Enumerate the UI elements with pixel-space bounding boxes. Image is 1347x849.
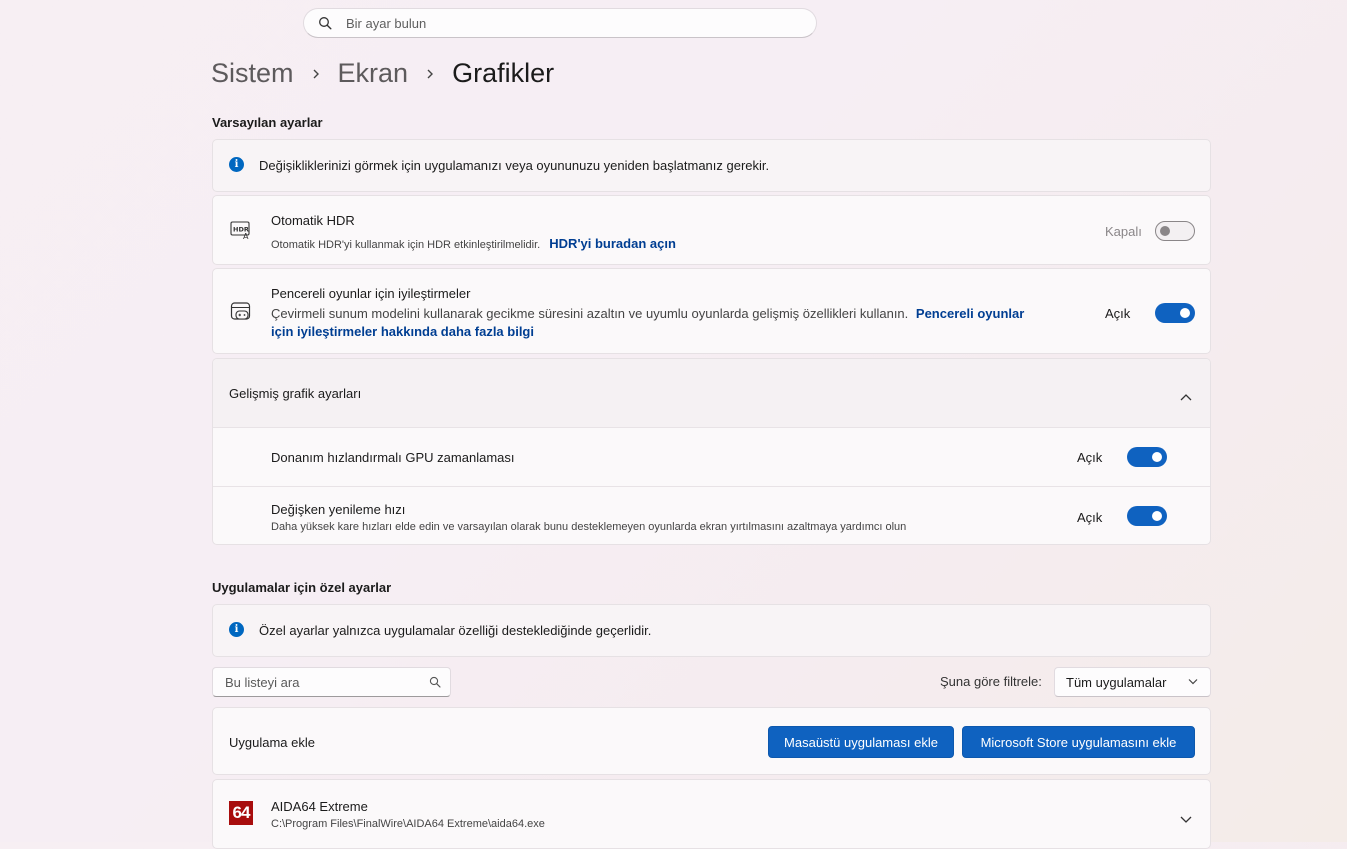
advanced-graphics-card: Gelişmiş grafik ayarları Donanım hızland…	[212, 358, 1211, 545]
info-bar-restart: i Değişikliklerinizi görmek için uygulam…	[212, 139, 1211, 192]
add-desktop-app-button[interactable]: Masaüstü uygulaması ekle	[768, 726, 954, 758]
app-name: AIDA64 Extreme	[271, 799, 368, 814]
filter-dropdown-value: Tüm uygulamalar	[1066, 675, 1167, 690]
search-icon[interactable]	[429, 676, 441, 688]
enable-hdr-link[interactable]: HDR'yi buradan açın	[549, 236, 676, 251]
svg-text:A: A	[243, 232, 249, 240]
aida64-logo: 64	[229, 801, 253, 825]
vrr-state-label: Açık	[1077, 510, 1103, 525]
hdr-icon: HDR A	[230, 220, 252, 245]
page-title: Grafikler	[452, 58, 555, 88]
app-list-search-input[interactable]	[223, 673, 422, 691]
chevron-right-icon	[311, 68, 321, 80]
auto-hdr-title: Otomatik HDR	[271, 213, 355, 228]
search-input[interactable]	[344, 14, 788, 32]
chevron-down-icon	[1188, 678, 1198, 685]
breadcrumb-item-system[interactable]: Sistem	[211, 58, 294, 89]
advanced-graphics-title: Gelişmiş grafik ayarları	[229, 386, 362, 401]
filter-dropdown[interactable]: Tüm uygulamalar	[1054, 667, 1211, 697]
section-title-custom: Uygulamalar için özel ayarlar	[212, 580, 392, 595]
info-bar-custom: i Özel ayarlar yalnızca uygulamalar özel…	[212, 604, 1211, 657]
advanced-graphics-header[interactable]: Gelişmiş grafik ayarları	[213, 359, 1210, 427]
auto-hdr-state-label: Kapalı	[1105, 224, 1142, 239]
app-list-item[interactable]: 64 AIDA64 Extreme C:\Program Files\Final…	[212, 779, 1211, 849]
app-path: C:\Program Files\FinalWire\AIDA64 Extrem…	[271, 818, 545, 830]
chevron-up-icon[interactable]	[1180, 388, 1192, 406]
windowed-games-state-label: Açık	[1105, 306, 1131, 321]
auto-hdr-toggle[interactable]	[1155, 221, 1195, 241]
vrr-toggle[interactable]	[1127, 506, 1167, 526]
game-window-icon	[230, 301, 252, 328]
auto-hdr-description-text: Otomatik HDR'yi kullanmak için HDR etkin…	[271, 239, 541, 251]
vrr-description: Daha yüksek kare hızları elde edin ve va…	[271, 521, 907, 533]
section-title-default: Varsayılan ayarlar	[212, 115, 323, 130]
app-list-search-box[interactable]	[212, 667, 451, 697]
settings-search-box[interactable]	[303, 8, 817, 38]
info-text: Değişikliklerinizi görmek için uygulaman…	[259, 158, 770, 173]
windowed-games-title: Pencereli oyunlar için iyileştirmeler	[271, 286, 471, 301]
filter-label: Şuna göre filtrele:	[940, 674, 1042, 689]
gpu-scheduling-state-label: Açık	[1077, 450, 1103, 465]
info-icon: i	[229, 157, 244, 172]
add-app-card: Uygulama ekle Masaüstü uygulaması ekle M…	[212, 707, 1211, 775]
gpu-scheduling-toggle[interactable]	[1127, 447, 1167, 467]
add-store-app-button[interactable]: Microsoft Store uygulamasını ekle	[962, 726, 1195, 758]
add-app-label: Uygulama ekle	[229, 735, 315, 750]
info-text: Özel ayarlar yalnızca uygulamalar özelli…	[259, 623, 652, 638]
windowed-games-learn-more-link-continued[interactable]: için iyileştirmeler hakkında daha fazla …	[271, 324, 534, 339]
windowed-games-learn-more-link[interactable]: Pencereli oyunlar	[916, 306, 1024, 321]
breadcrumb: Sistem Ekran Grafikler	[211, 58, 554, 89]
windowed-games-toggle[interactable]	[1155, 303, 1195, 323]
auto-hdr-description: Otomatik HDR'yi kullanmak için HDR etkin…	[271, 236, 676, 251]
gpu-scheduling-title: Donanım hızlandırmalı GPU zamanlaması	[271, 450, 515, 465]
chevron-down-icon[interactable]	[1180, 811, 1192, 829]
gpu-scheduling-row: Donanım hızlandırmalı GPU zamanlaması Aç…	[213, 428, 1210, 486]
windowed-games-card: Pencereli oyunlar için iyileştirmeler Çe…	[212, 268, 1211, 354]
search-icon	[318, 16, 332, 30]
chevron-right-icon	[425, 68, 435, 80]
info-icon: i	[229, 622, 244, 637]
windowed-games-description: Çevirmeli sunum modelini kullanarak geci…	[271, 306, 1024, 321]
vrr-row: Değişken yenileme hızı Daha yüksek kare …	[213, 487, 1210, 544]
windowed-games-description-text: Çevirmeli sunum modelini kullanarak geci…	[271, 306, 909, 321]
breadcrumb-item-display[interactable]: Ekran	[338, 58, 409, 89]
vrr-title: Değişken yenileme hızı	[271, 502, 406, 517]
auto-hdr-card: HDR A Otomatik HDR Otomatik HDR'yi kulla…	[212, 195, 1211, 265]
